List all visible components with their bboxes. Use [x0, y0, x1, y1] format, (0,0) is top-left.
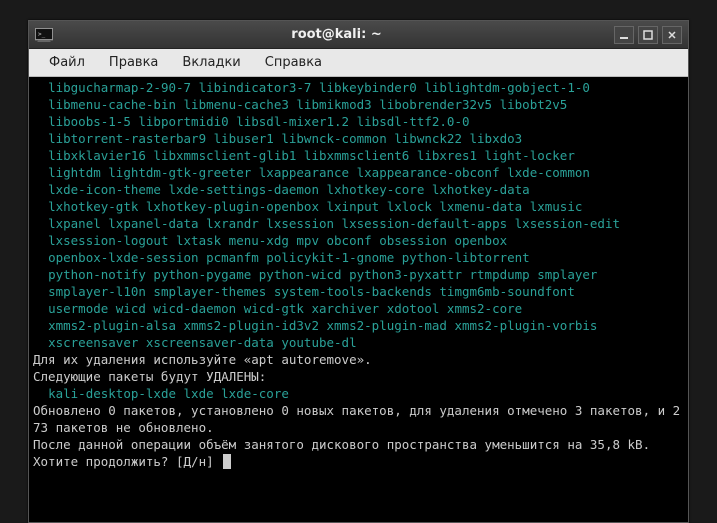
terminal-window: >_ root@kali: ~ Файл Правка Вкладки Спра…: [28, 20, 689, 523]
menu-edit[interactable]: Правка: [97, 51, 170, 74]
pkg-line: smplayer-l10n smplayer-themes system-too…: [33, 283, 684, 300]
pkg-line: libxklavier16 libxmmsclient-glib1 libxmm…: [33, 147, 684, 164]
terminal-icon: >_: [35, 28, 53, 42]
prompt-text: Хотите продолжить? [Д/н]: [33, 454, 221, 469]
pkg-line: libtorrent-rasterbar9 libuser1 libwnck-c…: [33, 130, 684, 147]
close-button[interactable]: [662, 26, 682, 44]
pkg-line: libmenu-cache-bin libmenu-cache3 libmikm…: [33, 96, 684, 113]
maximize-button[interactable]: [638, 26, 658, 44]
pkg-line: lxhotkey-gtk lxhotkey-plugin-openbox lxi…: [33, 198, 684, 215]
pkg-line: liboobs-1-5 libportmidi0 libsdl-mixer1.2…: [33, 113, 684, 130]
remove-header: Следующие пакеты будут УДАЛЕНЫ:: [33, 368, 684, 385]
pkg-line: lxsession-logout lxtask menu-xdg mpv obc…: [33, 232, 684, 249]
menu-help[interactable]: Справка: [253, 51, 334, 74]
minimize-button[interactable]: [614, 26, 634, 44]
pkg-line: xmms2-plugin-alsa xmms2-plugin-id3v2 xmm…: [33, 317, 684, 334]
pkg-line: python-notify python-pygame python-wicd …: [33, 266, 684, 283]
remove-list: kali-desktop-lxde lxde lxde-core: [33, 385, 684, 402]
menubar: Файл Правка Вкладки Справка: [29, 49, 688, 77]
pkg-line: lxde-icon-theme lxde-settings-daemon lxh…: [33, 181, 684, 198]
menu-tabs[interactable]: Вкладки: [170, 51, 252, 74]
pkg-line: openbox-lxde-session pcmanfm policykit-1…: [33, 249, 684, 266]
pkg-line: usermode wicd wicd-daemon wicd-gtk xarch…: [33, 300, 684, 317]
pkg-line: lightdm lightdm-gtk-greeter lxappearance…: [33, 164, 684, 181]
pkg-line: lxpanel lxpanel-data lxrandr lxsession l…: [33, 215, 684, 232]
titlebar[interactable]: >_ root@kali: ~: [29, 21, 688, 49]
svg-text:>_: >_: [38, 31, 46, 38]
menu-file[interactable]: Файл: [37, 51, 97, 74]
terminal-area[interactable]: libgucharmap-2-90-7 libindicator3-7 libk…: [29, 77, 688, 522]
prompt[interactable]: Хотите продолжить? [Д/н]: [33, 453, 684, 470]
window-controls: [614, 26, 682, 44]
summary-line: Обновлено 0 пакетов, установлено 0 новых…: [33, 402, 684, 436]
autoremove-hint: Для их удаления используйте «apt autorem…: [33, 351, 684, 368]
pkg-line: libgucharmap-2-90-7 libindicator3-7 libk…: [33, 79, 684, 96]
window-title: root@kali: ~: [59, 27, 614, 42]
summary-line: После данной операции объём занятого дис…: [33, 436, 684, 453]
pkg-line: xscreensaver xscreensaver-data youtube-d…: [33, 334, 684, 351]
cursor: [223, 454, 231, 469]
